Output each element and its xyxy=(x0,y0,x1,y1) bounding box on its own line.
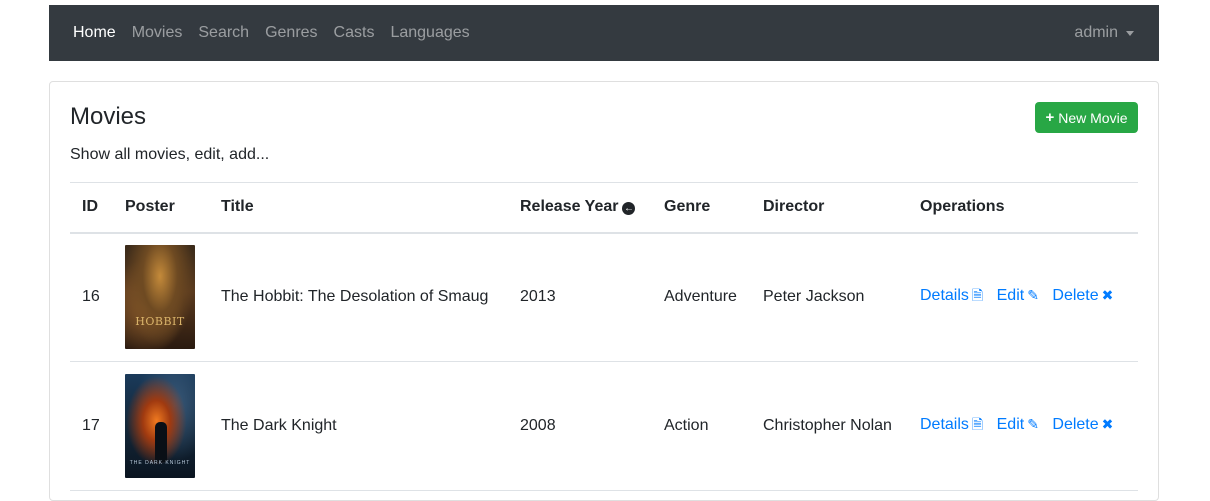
poster-text: HOBBIT xyxy=(135,315,185,329)
table-row: 17 THE DARK KNIGHT The Dark Knight 2008 … xyxy=(70,361,1138,491)
header-genre: Genre xyxy=(652,182,751,234)
cell-id: 16 xyxy=(70,232,113,362)
cell-operations: Details 🗎 Edit ✎ Delete ✖ xyxy=(908,232,1138,362)
table-header-row: ID Poster Title Release Year ← Genre Dire… xyxy=(70,182,1138,234)
page-title: Movies xyxy=(70,103,147,130)
poster-text: THE DARK KNIGHT xyxy=(129,460,191,466)
edit-icon: ✎ xyxy=(1027,416,1039,432)
user-dropdown[interactable]: admin xyxy=(1074,24,1134,42)
cell-genre: Action xyxy=(652,361,751,491)
nav-home[interactable]: Home xyxy=(73,24,116,42)
new-movie-button[interactable]: + New Movie xyxy=(1035,102,1138,133)
delete-label: Delete xyxy=(1052,287,1099,305)
cell-title: The Hobbit: The Desolation of Smaug xyxy=(209,232,508,362)
user-name: admin xyxy=(1074,24,1118,41)
table-row: 16 HOBBIT The Hobbit: The Desolation of … xyxy=(70,232,1138,362)
x-icon: ✖ xyxy=(1101,287,1114,304)
cell-director: Christopher Nolan xyxy=(751,361,908,491)
nav-casts[interactable]: Casts xyxy=(334,24,375,42)
delete-link[interactable]: Delete ✖ xyxy=(1052,416,1113,433)
file-text-icon: 🗎 xyxy=(971,287,984,304)
header-title: Title xyxy=(209,182,508,234)
edit-label: Edit xyxy=(996,416,1025,433)
header-director: Director xyxy=(751,182,908,234)
header-release-year[interactable]: Release Year ← xyxy=(508,182,652,234)
hobbit-poster: HOBBIT xyxy=(125,245,195,350)
delete-link[interactable]: Delete ✖ xyxy=(1052,287,1113,304)
header-poster: Poster xyxy=(113,182,209,234)
new-movie-label: New Movie xyxy=(1058,109,1128,126)
delete-label: Delete xyxy=(1052,416,1099,433)
cell-id: 17 xyxy=(70,361,113,491)
file-text-icon: 🗎 xyxy=(971,416,984,432)
poster-figure xyxy=(155,422,167,462)
caret-down-icon xyxy=(1126,31,1134,36)
details-link[interactable]: Details 🗎 xyxy=(920,287,983,304)
edit-label: Edit xyxy=(996,287,1025,305)
cell-year: 2013 xyxy=(508,232,652,362)
details-label: Details xyxy=(920,287,969,305)
header-operations: Operations xyxy=(908,182,1138,234)
arrow-circle-left-icon[interactable]: ← xyxy=(622,202,636,216)
edit-link[interactable]: Edit ✎ xyxy=(997,287,1039,304)
details-label: Details xyxy=(920,416,969,433)
cell-director: Peter Jackson xyxy=(751,232,908,362)
nav-movies[interactable]: Movies xyxy=(132,24,183,42)
nav-genres[interactable]: Genres xyxy=(265,24,317,42)
nav-search[interactable]: Search xyxy=(198,24,249,42)
navbar: Home Movies Search Genres Casts Language… xyxy=(49,5,1159,61)
header-release-year-label: Release Year xyxy=(520,198,619,216)
page-subtitle: Show all movies, edit, add... xyxy=(70,146,270,163)
movies-table: ID Poster Title Release Year ← Genre Dire… xyxy=(70,182,1138,491)
cell-poster: THE DARK KNIGHT xyxy=(113,361,209,491)
cell-poster: HOBBIT xyxy=(113,232,209,362)
edit-link[interactable]: Edit ✎ xyxy=(997,416,1039,433)
header-id: ID xyxy=(70,182,113,234)
nav-links: Home Movies Search Genres Casts Language… xyxy=(65,24,486,42)
plus-icon: + xyxy=(1045,109,1055,126)
cell-genre: Adventure xyxy=(652,232,751,362)
movies-card: Movies Show all movies, edit, add... + N… xyxy=(49,81,1159,501)
x-icon: ✖ xyxy=(1101,416,1114,432)
details-link[interactable]: Details 🗎 xyxy=(920,416,983,433)
edit-icon: ✎ xyxy=(1027,287,1039,304)
cell-operations: Details 🗎 Edit ✎ Delete ✖ xyxy=(908,361,1138,491)
nav-languages[interactable]: Languages xyxy=(390,24,469,42)
dark-knight-poster: THE DARK KNIGHT xyxy=(125,374,195,478)
cell-year: 2008 xyxy=(508,361,652,491)
cell-title: The Dark Knight xyxy=(209,361,508,491)
